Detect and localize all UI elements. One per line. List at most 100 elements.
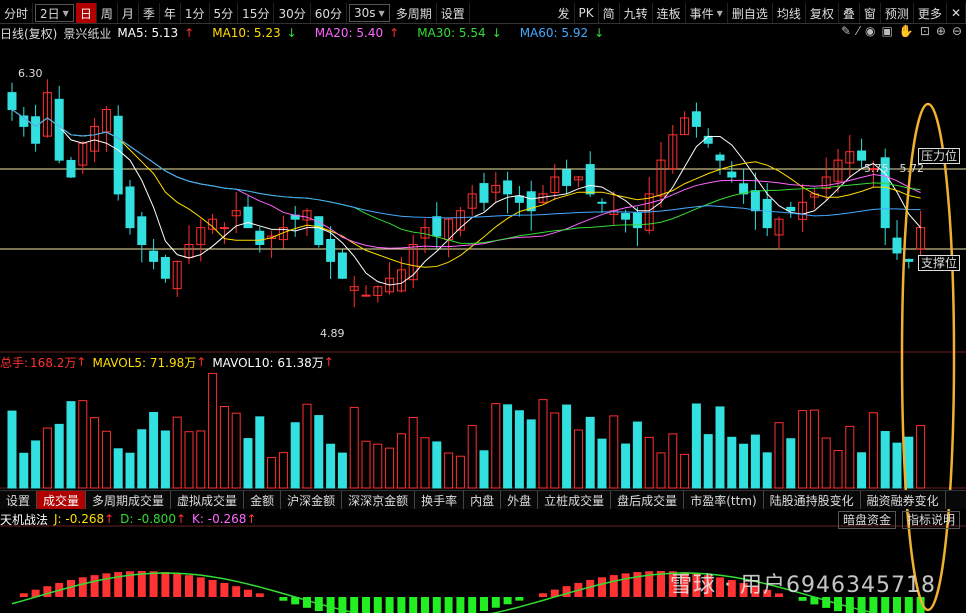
candle <box>160 257 170 279</box>
volume-bar <box>538 399 548 489</box>
zoom-out-icon[interactable]: ⊖ <box>952 24 962 38</box>
period-tab[interactable]: 设置 <box>437 3 470 23</box>
period-tab[interactable]: 季 <box>139 3 160 23</box>
volume-bar <box>78 400 88 489</box>
indicator-tab[interactable]: 换手率 <box>415 491 465 509</box>
volume-bar <box>396 433 406 489</box>
tool-button[interactable]: 复权 <box>806 3 839 23</box>
indicator-tab[interactable]: 设置 <box>0 491 38 509</box>
indicator-help-button[interactable]: 指标说明 <box>902 511 961 529</box>
period-tab[interactable]: 1分 <box>181 3 210 23</box>
indicator-tab[interactable]: 成交量 <box>37 491 87 509</box>
indicator-tab[interactable]: 内盘 <box>464 491 502 509</box>
tool-button[interactable]: PK <box>575 3 599 23</box>
period-tab[interactable]: 周 <box>97 3 118 23</box>
j-value: J: -0.268 <box>54 512 105 526</box>
volume-bar <box>408 416 418 489</box>
ma-value: MA10: 5.23 <box>212 26 281 40</box>
dark-fund-button[interactable]: 暗盘资金 <box>838 511 897 529</box>
volume-bar <box>609 415 619 489</box>
indicator-bar <box>161 572 170 597</box>
indicator-bar <box>173 573 182 597</box>
volume-bar <box>361 440 371 489</box>
hand-icon[interactable]: ✋ <box>899 24 914 38</box>
candle <box>113 115 123 195</box>
tool-button[interactable]: 窗 <box>860 3 881 23</box>
candle <box>762 198 772 229</box>
indicator-bar <box>491 597 500 608</box>
tool-button[interactable]: 均线 <box>773 3 806 23</box>
volume-bar <box>739 443 749 489</box>
period-toolbar: 分时 2日 ▼ 日周月季年 1分 5分 15分 30分 60分 30s ▼ 多周期 设置 发 PK 简九转连… <box>0 3 966 24</box>
volume-bar <box>503 404 513 489</box>
indicator-tabs: 设置 成交量 多周期成交量 虚拟成交量 金额 沪深金额 深深京金额 换手率 内盘 外盘 立桩成交量盘… <box>0 490 966 509</box>
volume-bar <box>573 429 583 489</box>
indicator-bar <box>562 586 571 597</box>
indicator-bar <box>456 597 465 613</box>
volume-bar <box>66 401 76 489</box>
indicator-bar <box>244 589 252 597</box>
tool-button[interactable]: 事件 ▼ <box>686 3 728 23</box>
period-tab[interactable]: 30s ▼ <box>349 4 390 22</box>
volume-bar <box>255 416 265 489</box>
support-label: 支撑位 <box>918 255 961 271</box>
brush-icon[interactable]: ⁄ <box>857 24 859 38</box>
indicator-bar <box>220 582 229 597</box>
period-tab[interactable]: 30分 <box>274 3 311 23</box>
tool-button[interactable]: 删自选 <box>728 3 773 23</box>
indicator-tab[interactable]: 金额 <box>244 491 282 509</box>
period-tab[interactable]: 15分 <box>238 3 275 23</box>
mavol5-arrow: ↑ <box>196 355 207 369</box>
tool-button[interactable]: 九转 <box>620 3 653 23</box>
period-tab[interactable]: 60分 <box>311 3 348 23</box>
period-tab[interactable]: 多周期 <box>392 3 437 23</box>
indicator-tab[interactable]: 外盘 <box>501 491 539 509</box>
ma-legend: MA5: 5.13 ↑ MA10: 5.23 ↓ MA20: 5.40 ↑ MA30: 5.… <box>117 26 616 40</box>
period-tab[interactable]: 年 <box>160 3 181 23</box>
mavol5: MAVOL5: 71.98万 <box>92 355 197 370</box>
volume-bar <box>243 438 253 489</box>
tool-button[interactable]: 更多 <box>914 3 947 23</box>
volume-bar <box>727 436 737 489</box>
indicator-tab[interactable]: 市盈率(ttm) <box>684 491 764 509</box>
indicator-bar <box>362 597 370 613</box>
period-tab[interactable]: 2日 ▼ <box>35 4 74 22</box>
period-tab[interactable]: 分时 <box>0 3 34 23</box>
indicator-tab[interactable]: 立桩成交量 <box>538 491 612 509</box>
tool-button[interactable]: 连板 <box>653 3 686 23</box>
indicator-tab[interactable]: 深深京金额 <box>342 491 416 509</box>
indicator-bar <box>90 575 99 597</box>
toolbox-icon[interactable]: ▣ <box>882 24 893 38</box>
period-tab[interactable]: 月 <box>118 3 139 23</box>
zoom-in-icon[interactable]: ⊕ <box>936 24 946 38</box>
indicator-name: 天机战法 <box>0 512 49 527</box>
eye-icon[interactable]: ◉ <box>865 24 875 38</box>
volume-bar <box>644 436 654 489</box>
indicator-tab[interactable]: 盘后成交量 <box>611 491 685 509</box>
k-arrow: ↑ <box>246 512 257 526</box>
indicator-tab[interactable]: 沪深金额 <box>281 491 343 509</box>
tool-button[interactable]: 简 <box>599 3 620 23</box>
indicator-tab[interactable]: 多周期成交量 <box>86 491 172 509</box>
draw-pen-icon[interactable]: ✎ <box>841 24 851 38</box>
period-tab[interactable]: 日 <box>75 3 97 23</box>
volume-bar <box>420 437 430 489</box>
tool-button[interactable]: 叠 <box>839 3 860 23</box>
indicator-bar <box>196 577 205 597</box>
indicator-bar <box>539 593 547 597</box>
volume-bar <box>762 452 772 489</box>
close-icon[interactable]: ✕ <box>947 3 966 23</box>
lock-icon[interactable]: ⊡ <box>920 24 930 38</box>
tool-button[interactable]: 预测 <box>881 3 914 23</box>
volume-bar <box>491 403 501 489</box>
tool-button[interactable]: 发 <box>553 3 575 23</box>
candle <box>337 252 347 279</box>
ma-value: MA60: 5.92 <box>519 26 589 40</box>
indicator-tab[interactable]: 虚拟成交量 <box>171 491 245 509</box>
indicator-tab[interactable]: 陆股通持股变化 <box>764 491 861 509</box>
indicator-tab[interactable]: 融资融券变化 <box>861 491 946 509</box>
chevron-down-icon: ▼ <box>62 8 69 18</box>
candlestick-chart[interactable] <box>0 42 966 613</box>
period-tab[interactable]: 5分 <box>210 3 239 23</box>
volume-bar <box>621 443 631 489</box>
